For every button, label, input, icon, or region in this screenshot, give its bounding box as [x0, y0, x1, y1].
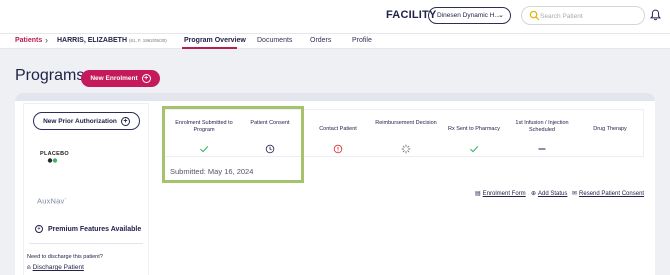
step-rx-sent-to-pharmacy: Rx Sent to Pharmacy: [440, 110, 508, 158]
chevron-down-icon: ⌄: [498, 12, 504, 19]
enrolment-form-link[interactable]: ▤ Enrolment Form: [475, 190, 526, 197]
facility-value: Dinesen Dynamic H...: [437, 12, 500, 19]
top-bar: FACILITY Dinesen Dynamic H... ⌄: [0, 0, 670, 33]
step-label: Rx Sent to Pharmacy: [448, 126, 500, 132]
breadcrumb-patients-link[interactable]: Patients: [15, 37, 42, 44]
auxnav-logo: AuxNav+: [37, 196, 67, 206]
step-first-infusion-scheduled: 1st Infusion / Injection Scheduled: [508, 110, 576, 158]
active-tab-indicator: [182, 47, 237, 49]
submitted-date: Submitted: May 16, 2024: [170, 167, 254, 176]
premium-features-label: Premium Features Available: [48, 225, 142, 233]
mail-icon: ✉: [572, 191, 578, 197]
dash-icon: [538, 148, 546, 150]
user-icon: ⍝: [27, 265, 31, 271]
premium-features[interactable]: + Premium Features Available: [35, 225, 141, 233]
chevron-right-icon: ›: [45, 35, 48, 45]
plus-icon: +: [64, 196, 68, 201]
alert-icon: [333, 144, 343, 154]
resend-patient-consent-label: Resend Patient Consent: [579, 191, 645, 197]
new-prior-authorization-label: New Prior Authorization: [43, 117, 117, 125]
search-input[interactable]: [540, 9, 640, 23]
discharge-question: Need to discharge this patient?: [27, 254, 103, 260]
breadcrumb: Patients › HARRIS, ELIZABETH (61, F, 1962…: [0, 33, 670, 49]
add-status-link[interactable]: ⊕ Add Status: [531, 190, 567, 197]
new-enrolment-label: New Enrolment: [90, 75, 138, 82]
document-icon: ▤: [475, 191, 481, 197]
bell-icon[interactable]: [650, 9, 661, 21]
placebo-logo-icon: [47, 158, 58, 163]
step-label: 1st Infusion / Injection Scheduled: [515, 120, 569, 133]
step-label: Drug Therapy: [593, 126, 627, 132]
tab-orders[interactable]: Orders: [310, 37, 331, 44]
patient-meta: (61, F, 1962/05/30): [129, 38, 167, 43]
tab-profile[interactable]: Profile: [352, 37, 372, 44]
divider: [29, 243, 143, 244]
step-contact-patient: Contact Patient: [304, 110, 372, 158]
search-box[interactable]: [521, 6, 645, 25]
auxnav-logo-text: AuxNav: [37, 196, 65, 206]
patient-name-text: HARRIS, ELIZABETH: [57, 37, 127, 44]
patient-name: HARRIS, ELIZABETH (61, F, 1962/05/30): [57, 37, 167, 44]
discharge-patient-link[interactable]: ⍝ Discharge Patient: [27, 264, 84, 272]
placebo-logo: PLACEBO: [40, 151, 69, 157]
check-icon: [470, 146, 479, 153]
step-reimbursement-decision: Reimbursement Decision: [372, 110, 440, 158]
step-drug-therapy: Drug Therapy: [576, 110, 644, 158]
program-card-header: [15, 93, 655, 101]
step-label: Contact Patient: [319, 126, 357, 132]
plus-circle-icon: +: [120, 116, 130, 126]
plus-circle-icon: ⊕: [531, 191, 537, 197]
add-status-label: Add Status: [538, 191, 568, 197]
new-prior-authorization-button[interactable]: New Prior Authorization +: [33, 112, 140, 130]
plus-circle-icon: +: [35, 225, 43, 233]
search-icon: [529, 10, 540, 21]
enrolment-form-label: Enrolment Form: [482, 191, 526, 197]
tab-program-overview[interactable]: Program Overview: [184, 37, 246, 44]
spinner-icon: [401, 144, 411, 154]
resend-patient-consent-link[interactable]: ✉ Resend Patient Consent: [572, 190, 644, 197]
new-enrolment-button[interactable]: New Enrolment +: [81, 70, 160, 87]
plus-circle-icon: +: [141, 74, 151, 83]
page-title: Programs: [15, 67, 85, 84]
facility-select[interactable]: Dinesen Dynamic H... ⌄: [428, 7, 511, 24]
tab-documents[interactable]: Documents: [257, 37, 292, 44]
step-label: Reimbursement Decision: [375, 120, 437, 126]
discharge-patient-label: Discharge Patient: [32, 264, 84, 271]
